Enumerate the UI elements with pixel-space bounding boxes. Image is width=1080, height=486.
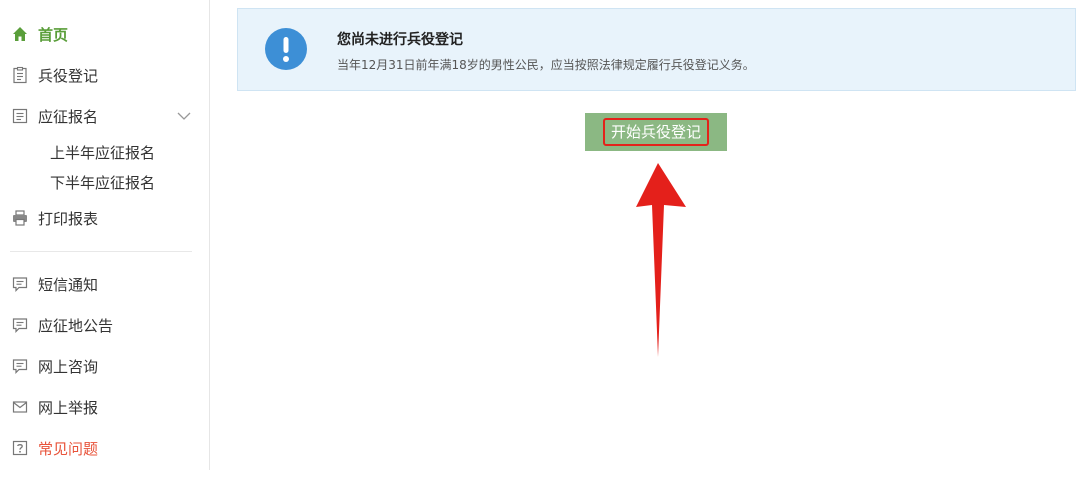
printer-icon xyxy=(10,208,30,228)
chevron-down-icon[interactable] xyxy=(176,108,192,124)
notice-title: 您尚未进行兵役登记 xyxy=(337,32,463,48)
sidebar-item-report[interactable]: 网上举报 xyxy=(10,395,200,419)
mail-icon xyxy=(10,397,30,417)
sidebar-item-label: 网上举报 xyxy=(38,398,99,417)
sidebar-item-home[interactable]: 首页 xyxy=(10,22,200,46)
sidebar-subitem-second-half[interactable]: 下半年应征报名 xyxy=(50,171,155,193)
sidebar-item-label: 兵役登记 xyxy=(38,66,99,85)
sidebar-item-label: 打印报表 xyxy=(38,209,99,228)
clipboard-icon xyxy=(10,65,30,85)
sidebar: 首页 兵役登记 应征报名 上半年应征报名 下半年应征报名 打印报表 短信通知 应… xyxy=(0,0,210,470)
sidebar-item-label: 首页 xyxy=(38,25,69,44)
annotation-arrow-icon xyxy=(636,163,686,357)
sidebar-item-print[interactable]: 打印报表 xyxy=(10,206,200,230)
message-icon xyxy=(10,274,30,294)
sidebar-item-registration[interactable]: 兵役登记 xyxy=(10,63,200,87)
sidebar-item-faq[interactable]: 常见问题 xyxy=(10,436,200,460)
sidebar-item-label: 常见问题 xyxy=(38,439,99,458)
sidebar-item-announcement[interactable]: 应征地公告 xyxy=(10,313,200,337)
registration-notice: 您尚未进行兵役登记 当年12月31日前年满18岁的男性公民，应当按照法律规定履行… xyxy=(237,8,1076,91)
sidebar-subitem-first-half[interactable]: 上半年应征报名 xyxy=(50,141,155,163)
sidebar-item-label: 应征地公告 xyxy=(38,316,114,335)
start-registration-button[interactable]: 开始兵役登记 xyxy=(585,113,727,151)
home-icon xyxy=(10,24,30,44)
sidebar-item-label: 网上咨询 xyxy=(38,357,99,376)
sidebar-divider xyxy=(10,251,192,252)
question-icon xyxy=(10,438,30,458)
message-icon xyxy=(10,315,30,335)
start-registration-label: 开始兵役登记 xyxy=(602,118,709,146)
sidebar-item-label: 应征报名 xyxy=(38,107,99,126)
info-icon xyxy=(265,28,307,70)
sidebar-item-enlistment[interactable]: 应征报名 xyxy=(10,104,200,128)
notice-description: 当年12月31日前年满18岁的男性公民，应当按照法律规定履行兵役登记义务。 xyxy=(337,58,755,72)
form-icon xyxy=(10,106,30,126)
message-icon xyxy=(10,356,30,376)
sidebar-item-label: 短信通知 xyxy=(38,275,99,294)
sidebar-item-consult[interactable]: 网上咨询 xyxy=(10,354,200,378)
sidebar-item-sms[interactable]: 短信通知 xyxy=(10,272,200,296)
